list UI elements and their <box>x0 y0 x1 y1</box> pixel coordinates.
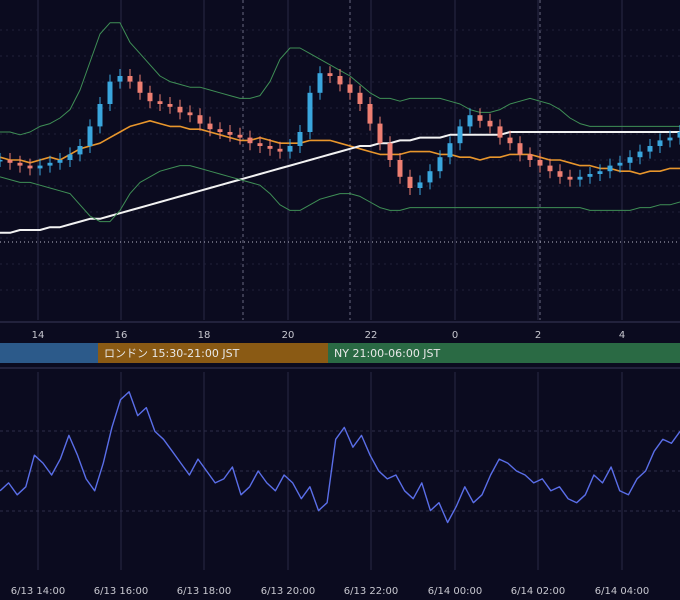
candle-body <box>627 157 633 163</box>
candle-body <box>607 165 613 172</box>
price-chart: ロンドン 15:30-21:00 JST NY 21:00-06:00 JST 1… <box>0 0 680 597</box>
x-tick-bottom: 6/14 00:00 <box>428 586 482 597</box>
bb_lower-line <box>0 165 680 223</box>
candle-body <box>287 146 293 152</box>
candle-body <box>347 84 353 93</box>
x-tick-bottom: 6/13 14:00 <box>11 586 65 597</box>
session-bands: ロンドン 15:30-21:00 JST NY 21:00-06:00 JST <box>0 343 680 363</box>
candle-body <box>577 176 583 180</box>
session-band-label: ロンドン 15:30-21:00 JST <box>104 347 240 360</box>
candle-body <box>547 165 553 172</box>
x-tick-bottom: 6/14 02:00 <box>511 586 565 597</box>
candles <box>0 66 680 195</box>
candle-body <box>667 137 673 141</box>
candle-body <box>367 104 373 124</box>
candle-body <box>0 160 3 162</box>
candle-body <box>107 81 113 104</box>
candle-body <box>397 160 403 177</box>
candle-body <box>417 182 423 188</box>
candle-body <box>17 162 23 166</box>
candle-body <box>647 146 653 152</box>
candle-body <box>457 126 463 144</box>
candle-body <box>307 92 313 132</box>
x-tick-top: 14 <box>32 330 45 341</box>
candle-body <box>297 132 303 146</box>
x-tick-top: 16 <box>115 330 128 341</box>
candle-body <box>227 132 233 135</box>
oscillator-series <box>0 391 680 524</box>
candle-body <box>357 92 363 104</box>
candle-body <box>437 157 443 172</box>
candle-body <box>137 81 143 93</box>
candle-body <box>187 112 193 116</box>
candle-body <box>467 115 473 127</box>
candle-body <box>317 73 323 93</box>
session-band-label: NY 21:00-06:00 JST <box>334 347 441 360</box>
session-band <box>0 343 98 363</box>
ma_long-line <box>0 131 680 234</box>
candle-body <box>217 129 223 132</box>
candle-body <box>77 146 83 155</box>
chart-stage: ロンドン 15:30-21:00 JST NY 21:00-06:00 JST 1… <box>0 0 680 600</box>
candle-body <box>557 171 563 177</box>
candle-body <box>57 160 63 163</box>
candle-body <box>427 171 433 183</box>
candle-body <box>67 154 73 160</box>
candle-body <box>527 154 533 160</box>
candle-body <box>127 76 133 82</box>
candle-body <box>447 143 453 158</box>
x-tick-top: 18 <box>198 330 211 341</box>
ma_short-line <box>0 120 680 175</box>
candle-body <box>147 92 153 102</box>
candle-body <box>267 146 273 149</box>
candle-body <box>407 176 413 188</box>
candle-body <box>327 73 333 76</box>
candle-body <box>7 160 13 163</box>
candle-body <box>377 123 383 144</box>
candle-body <box>497 126 503 138</box>
candle-body <box>387 143 393 160</box>
candle-body <box>157 101 163 104</box>
x-tick-bottom: 6/14 04:00 <box>595 586 649 597</box>
candle-body <box>637 151 643 158</box>
candle-body <box>507 137 513 144</box>
candle-body <box>47 162 53 166</box>
x-tick-top: 2 <box>535 330 541 341</box>
x-tick-top: 20 <box>282 330 295 341</box>
x-tick-top: 22 <box>365 330 378 341</box>
x-tick-bottom: 6/13 20:00 <box>261 586 315 597</box>
candle-body <box>277 148 283 152</box>
candle-body <box>477 115 483 121</box>
candle-body <box>97 104 103 127</box>
x-tick-bottom: 6/13 22:00 <box>344 586 398 597</box>
candle-body <box>37 165 43 169</box>
main-series <box>0 22 680 234</box>
candle-body <box>257 143 263 146</box>
x-tick-bottom: 6/13 16:00 <box>94 586 148 597</box>
candle-body <box>237 134 243 138</box>
candle-body <box>87 126 93 146</box>
oscillator-line <box>0 391 680 524</box>
candle-body <box>587 174 593 177</box>
candle-body <box>537 160 543 166</box>
candle-body <box>177 106 183 113</box>
x-tick-top: 0 <box>452 330 458 341</box>
candle-body <box>567 176 573 180</box>
candle-body <box>597 171 603 174</box>
candle-body <box>517 143 523 155</box>
candle-body <box>167 104 173 107</box>
candle-body <box>337 76 343 85</box>
candle-body <box>117 76 123 82</box>
x-tick-top: 4 <box>619 330 625 341</box>
axis-ticks: 14 16 18 20 22 0 2 4 6/13 14:00 6/13 16:00 6/13 18… <box>11 330 649 597</box>
candle-body <box>27 165 33 169</box>
candle-body <box>207 123 213 130</box>
candle-body <box>617 162 623 166</box>
candle-body <box>657 140 663 146</box>
x-tick-bottom: 6/13 18:00 <box>177 586 231 597</box>
candle-body <box>247 137 253 144</box>
candle-body <box>487 120 493 127</box>
candle-body <box>197 115 203 124</box>
